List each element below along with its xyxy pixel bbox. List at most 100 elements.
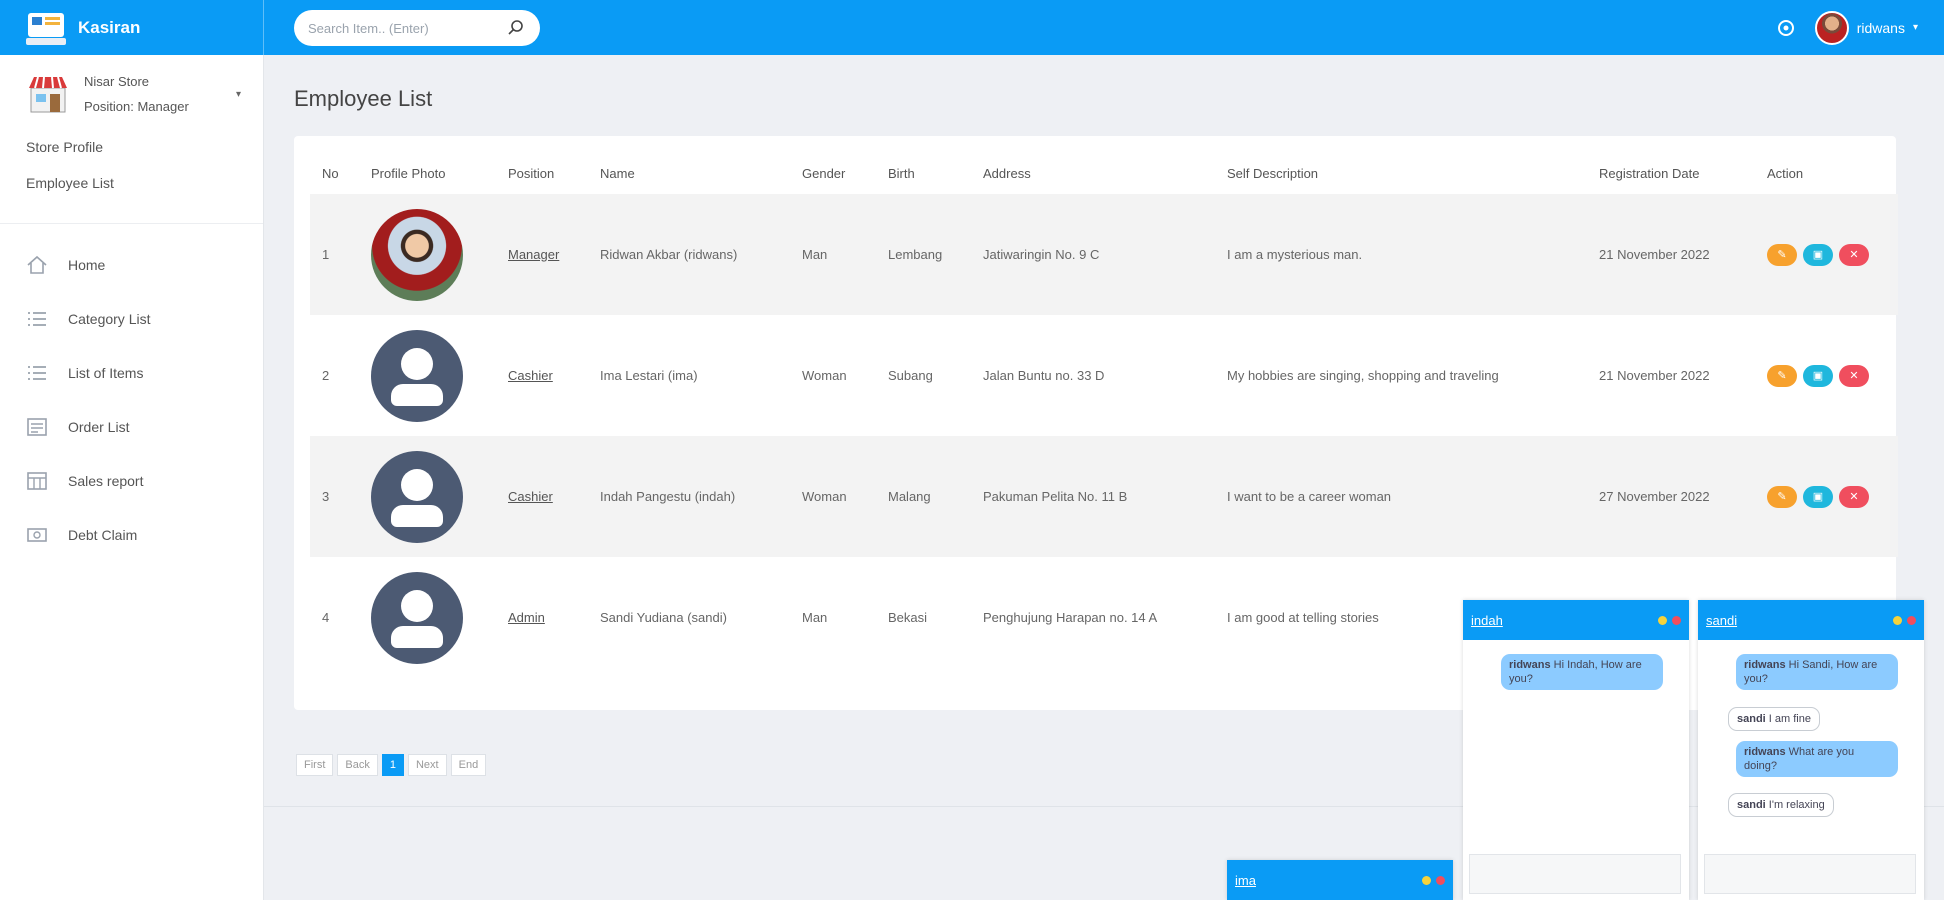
edit-button[interactable]: ✎ <box>1767 243 1797 266</box>
order-icon <box>26 417 48 437</box>
birth: Bekasi <box>888 610 928 625</box>
home-icon <box>26 255 48 275</box>
column-header: No <box>322 165 339 181</box>
end-page-button[interactable]: End <box>450 754 487 776</box>
edit-icon: ✎ <box>1777 249 1787 261</box>
delete-button[interactable]: ✕ <box>1839 243 1869 266</box>
search-icon[interactable] <box>506 18 526 38</box>
sidebar-item-debt-claim[interactable]: Debt Claim <box>0 508 263 562</box>
position-link[interactable]: Manager <box>508 247 559 262</box>
sidebar-item-home[interactable]: Home <box>0 238 263 292</box>
sidebar-item-sales-report[interactable]: Sales report <box>0 454 263 508</box>
list-icon <box>26 309 48 329</box>
chat-message: sandi I am fine <box>1728 707 1820 731</box>
message-sender: sandi <box>1737 799 1766 811</box>
profile-photo <box>371 208 463 301</box>
back-page-button[interactable]: Back <box>337 754 378 776</box>
position-link[interactable]: Admin <box>508 610 545 625</box>
registration-date: 21 November 2022 <box>1587 194 1755 315</box>
chat-header[interactable]: sandi <box>1698 600 1924 640</box>
delete-button[interactable]: ✕ <box>1839 485 1869 508</box>
chat-messages: ridwans Hi Indah, How are you? <box>1463 640 1689 840</box>
position-link[interactable]: Cashier <box>508 368 553 383</box>
chat-button[interactable]: ▣ <box>1803 364 1833 387</box>
employee-name: Sandi Yudiana (sandi) <box>600 610 727 625</box>
table-row: 2 Cashier Ima Lestari (ima) Woman Subang… <box>310 315 1898 436</box>
row-number: 4 <box>322 610 330 625</box>
table-header: No Profile Photo Position Name Gender Bi… <box>310 152 1898 194</box>
sidebar-item-label: Sales report <box>68 473 144 489</box>
employee-list-link[interactable]: Employee List <box>0 165 263 201</box>
chat-message: ridwans What are you doing? <box>1736 741 1898 777</box>
store-selector[interactable]: Nisar Store Position: Manager ▾ <box>0 55 263 129</box>
chat-contact-name[interactable]: sandi <box>1706 613 1737 628</box>
employee-name: Ima Lestari (ima) <box>600 368 698 383</box>
sidebar-item-label: List of Items <box>68 365 144 381</box>
avatar <box>1814 10 1849 45</box>
close-icon: ✕ <box>1849 249 1859 261</box>
birth: Lembang <box>876 194 971 315</box>
sidebar-item-label: Debt Claim <box>68 527 138 543</box>
delete-button[interactable]: ✕ <box>1839 364 1869 387</box>
chat-message: sandi I'm relaxing <box>1728 793 1834 817</box>
column-header: Address <box>983 165 1031 181</box>
chevron-down-icon[interactable]: ▾ <box>236 89 241 100</box>
chat-window-ima: ima <box>1227 860 1453 900</box>
sidebar-item-list-of-items[interactable]: List of Items <box>0 346 263 400</box>
search-box[interactable] <box>294 10 540 46</box>
chat-contact-name[interactable]: indah <box>1471 613 1503 628</box>
store-name: Nisar Store <box>84 74 150 89</box>
gear-icon[interactable] <box>1775 17 1797 39</box>
chat-header[interactable]: ima <box>1227 860 1453 900</box>
store-profile-link[interactable]: Store Profile <box>0 129 263 165</box>
chat-button[interactable]: ▣ <box>1803 485 1833 508</box>
close-chat-button[interactable] <box>1436 875 1445 885</box>
column-header: Action <box>1767 165 1804 181</box>
message-text: I am fine <box>1768 713 1811 725</box>
position-link[interactable]: Cashier <box>508 489 553 504</box>
sidebar-item-category-list[interactable]: Category List <box>0 292 263 346</box>
column-header: Gender <box>802 165 846 181</box>
minimize-button[interactable] <box>1893 615 1902 625</box>
chat-header[interactable]: indah <box>1463 600 1689 640</box>
user-menu[interactable]: ridwans ▾ <box>1814 10 1918 45</box>
current-page-button[interactable]: 1 <box>381 754 404 776</box>
self-description: My hobbies are singing, shopping and tra… <box>1227 368 1499 383</box>
chat-input[interactable] <box>1469 854 1681 894</box>
edit-button[interactable]: ✎ <box>1767 485 1797 508</box>
search-input[interactable] <box>308 20 506 36</box>
gender: Woman <box>790 436 876 557</box>
row-number: 3 <box>310 436 359 557</box>
sidebar-item-order-list[interactable]: Order List <box>0 400 263 454</box>
sidebar: Nisar Store Position: Manager ▾ Store Pr… <box>0 55 264 900</box>
profile-photo-placeholder <box>371 571 463 664</box>
next-page-button[interactable]: Next <box>407 754 447 776</box>
minimize-button[interactable] <box>1422 875 1431 885</box>
user-name: ridwans <box>1856 19 1905 36</box>
profile-photo-placeholder <box>371 450 463 543</box>
column-header: Self Description <box>1227 165 1319 181</box>
row-number: 1 <box>310 194 359 315</box>
chat-contact-name[interactable]: ima <box>1235 873 1256 888</box>
employee-name: Ridwan Akbar (ridwans) <box>588 194 790 315</box>
chat-message: ridwans Hi Sandi, How are you? <box>1736 654 1898 690</box>
chevron-down-icon: ▾ <box>1912 22 1918 33</box>
close-chat-button[interactable] <box>1672 615 1681 625</box>
message-text: I'm relaxing <box>1768 799 1825 811</box>
sidebar-item-label: Order List <box>68 419 130 435</box>
chat-button[interactable]: ▣ <box>1803 243 1833 266</box>
chat-input[interactable] <box>1704 854 1916 894</box>
table-row: 1 Manager Ridwan Akbar (ridwans) Man Lem… <box>310 194 1898 315</box>
edit-button[interactable]: ✎ <box>1767 364 1797 387</box>
chat-window-indah: indah ridwans Hi Indah, How are you? <box>1463 600 1689 900</box>
birth: Subang <box>888 368 933 383</box>
profile-photo-placeholder <box>371 329 463 422</box>
close-chat-button[interactable] <box>1907 615 1916 625</box>
chat-icon: ▣ <box>1812 370 1824 382</box>
chat-icon: ▣ <box>1812 249 1824 261</box>
first-page-button[interactable]: First <box>296 754 334 776</box>
column-header: Profile Photo <box>371 165 446 181</box>
column-header: Birth <box>888 165 915 181</box>
minimize-button[interactable] <box>1658 615 1667 625</box>
brand[interactable]: Kasiran <box>0 0 264 55</box>
